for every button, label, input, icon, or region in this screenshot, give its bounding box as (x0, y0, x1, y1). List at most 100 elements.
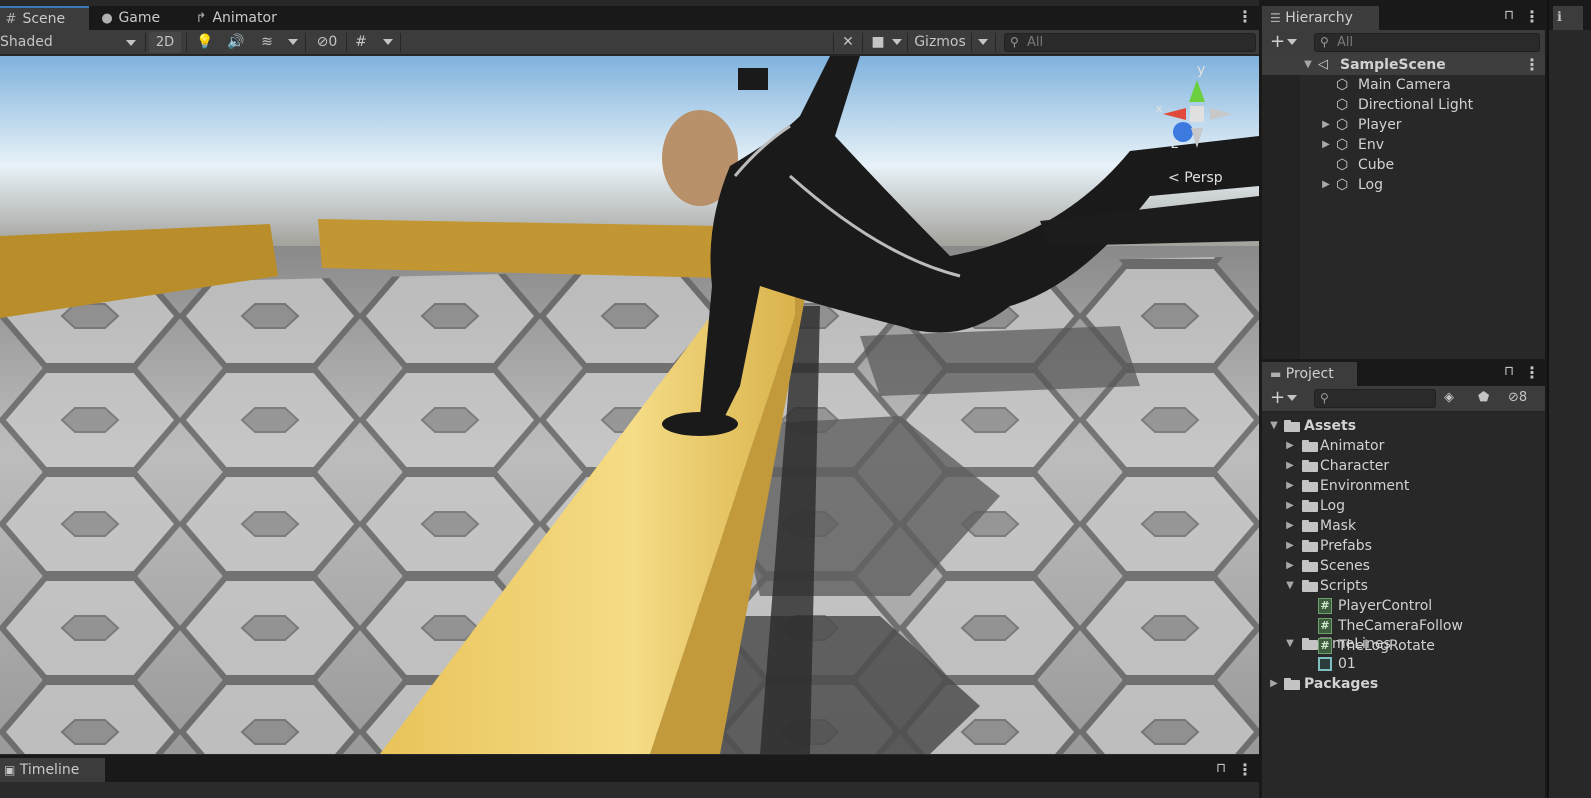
project-folder-item[interactable]: ▶ Environment (1262, 476, 1545, 496)
hierarchy-item[interactable]: ▶ ⬡ Env (1262, 135, 1545, 155)
project-tree: ▼ Assets ▼ TimeLines ▶ Packages ▶ Animato… (1262, 412, 1545, 798)
camera-dropdown[interactable] (889, 32, 905, 53)
chevron-right-icon[interactable]: ▶ (1284, 476, 1296, 496)
tree-item-assets[interactable]: ▼ Assets (1262, 416, 1545, 436)
scene-menu-icon[interactable]: ⋮ (1237, 9, 1253, 25)
hidden-objects-toggle[interactable]: ⊘0 (310, 32, 344, 53)
chevron-right-icon[interactable]: ▶ (1284, 516, 1296, 536)
hierarchy-item[interactable]: ⬡ Main Camera (1262, 75, 1545, 95)
scene-view-panel: # Scene ● Game ↱ Animator ⋮ Shaded 2D 💡 … (0, 0, 1259, 760)
tree-item-packages[interactable]: ▶ Packages (1262, 674, 1545, 694)
chevron-right-icon[interactable]: ▶ (1284, 436, 1296, 456)
chevron-down-icon (288, 39, 298, 45)
hidden-packages-toggle[interactable]: ⊘8 (1508, 390, 1527, 405)
plus-icon: + (1270, 31, 1286, 52)
project-folder-item[interactable]: ▶ Scenes (1262, 556, 1545, 576)
camera-icon[interactable]: ■ (867, 32, 889, 53)
scene-viewport[interactable]: y x z < Persp (0, 56, 1259, 754)
tab-hierarchy[interactable]: ☰ Hierarchy (1262, 6, 1379, 30)
timeline-menu-icon[interactable]: ⋮ (1237, 762, 1253, 778)
hierarchy-tree: ▼ ◁ SampleScene ⋮ ⬡ Main Camera ⬡ Direction… (1262, 55, 1545, 359)
scene-root-item[interactable]: ▼ ◁ SampleScene ⋮ (1262, 55, 1545, 75)
label-icon[interactable]: ⬟ (1478, 390, 1489, 405)
hierarchy-search-input[interactable]: ⚲ All (1314, 33, 1540, 52)
chevron-down-icon[interactable]: ▼ (1302, 55, 1314, 75)
lock-icon[interactable]: ⊓ (1504, 364, 1514, 379)
chevron-right-icon[interactable]: ▶ (1284, 496, 1296, 516)
chevron-down-icon (126, 40, 136, 46)
projection-icon: < (1168, 170, 1180, 186)
project-script-item[interactable]: # TheCameraFollow (1262, 616, 1545, 636)
scene-render (0, 56, 1259, 754)
scene-search-input[interactable]: ⚲ All (1004, 33, 1256, 52)
create-dropdown[interactable]: + (1270, 31, 1298, 52)
gameobject-cube-icon: ⬡ (1336, 157, 1349, 173)
folder-icon (1302, 480, 1318, 492)
scene-options-icon[interactable]: ⋮ (1524, 57, 1540, 73)
hierarchy-item[interactable]: ▶ ⬡ Log (1262, 175, 1545, 195)
folder-open-icon (1284, 420, 1300, 432)
draw-mode-dropdown[interactable]: Shaded (0, 32, 140, 53)
tab-scene[interactable]: # Scene (0, 6, 89, 30)
effects-dropdown[interactable] (285, 32, 301, 53)
lock-icon[interactable]: ⊓ (1504, 8, 1514, 23)
projection-toggle[interactable]: < Persp (1168, 170, 1223, 186)
chevron-down-icon[interactable]: ▼ (1284, 576, 1296, 596)
chevron-right-icon[interactable]: ▶ (1284, 536, 1296, 556)
project-folder-item[interactable]: ▶ Animator (1262, 436, 1545, 456)
hierarchy-item[interactable]: ▶ ⬡ Player (1262, 115, 1545, 135)
create-dropdown[interactable]: + (1270, 389, 1298, 407)
project-timeline-asset-item[interactable]: 01 (1262, 654, 1545, 674)
chevron-right-icon[interactable]: ▶ (1320, 135, 1332, 155)
folder-icon (1302, 520, 1318, 532)
scene-tab-bar: # Scene ● Game ↱ Animator ⋮ (0, 6, 1259, 30)
eye-slash-icon: ⊘ (1508, 390, 1519, 405)
tab-project[interactable]: ▬ Project (1262, 362, 1357, 386)
timeline-panel: ▣ Timeline ⊓ ⋮ (0, 755, 1259, 798)
csharp-script-icon: # (1318, 598, 1332, 614)
timeline-toolbar (0, 782, 1259, 798)
chevron-down-icon[interactable]: ▼ (1268, 416, 1280, 436)
tab-timeline[interactable]: ▣ Timeline (0, 758, 105, 782)
lighting-toggle-icon[interactable]: 💡 (194, 32, 216, 53)
chevron-right-icon[interactable]: ▶ (1268, 674, 1280, 694)
grid-toggle-icon[interactable]: # (350, 32, 372, 53)
project-folder-item[interactable]: ▶ Character (1262, 456, 1545, 476)
inspector-dock: ℹ (1547, 0, 1591, 798)
hierarchy-menu-icon[interactable]: ⋮ (1524, 9, 1540, 25)
hierarchy-item[interactable]: ⬡ Cube (1262, 155, 1545, 175)
filter-by-type-icon[interactable]: ◈ (1444, 390, 1454, 405)
project-script-item[interactable]: # TheLogRotate (1262, 636, 1545, 656)
effects-toggle-icon[interactable]: ≋ (256, 32, 278, 53)
chevron-right-icon[interactable]: ▶ (1284, 556, 1296, 576)
folder-icon (1302, 440, 1318, 452)
project-folder-item[interactable]: ▶ Prefabs (1262, 536, 1545, 556)
chevron-right-icon[interactable]: ▶ (1320, 175, 1332, 195)
chevron-right-icon[interactable]: ▶ (1284, 456, 1296, 476)
gameobject-cube-icon: ⬡ (1336, 117, 1349, 133)
project-folder-item[interactable]: ▶ Mask (1262, 516, 1545, 536)
right-dock: ☰ Hierarchy ⊓ ⋮ + ⚲ All ▼ ◁ SampleScene … (1262, 0, 1545, 798)
audio-toggle-icon[interactable]: 🔊 (225, 32, 247, 53)
info-icon: ℹ (1557, 10, 1562, 25)
hierarchy-item[interactable]: ⬡ Directional Light (1262, 95, 1545, 115)
tab-game[interactable]: ● Game (96, 6, 166, 30)
gizmos-button[interactable]: Gizmos (911, 32, 969, 53)
gizmos-dropdown[interactable] (975, 32, 991, 53)
chevron-down-icon (383, 39, 393, 45)
tools-icon[interactable]: ✕ (837, 32, 859, 53)
chevron-right-icon[interactable]: ▶ (1320, 115, 1332, 135)
hierarchy-toolbar: + ⚲ All (1262, 30, 1545, 56)
project-folder-item[interactable]: ▶ Log (1262, 496, 1545, 516)
2d-toggle-button[interactable]: 2D (149, 32, 181, 53)
project-search-input[interactable]: ⚲ (1314, 389, 1436, 408)
grid-dropdown[interactable] (380, 32, 396, 53)
tab-inspector[interactable]: ℹ (1553, 6, 1583, 30)
tab-animator[interactable]: ↱ Animator (190, 6, 283, 30)
lock-icon[interactable]: ⊓ (1216, 761, 1226, 776)
project-menu-icon[interactable]: ⋮ (1524, 365, 1540, 381)
folder-icon (1284, 678, 1300, 690)
project-folder-item[interactable]: ▼ Scripts (1262, 576, 1545, 596)
folder-icon: ▬ (1270, 367, 1282, 381)
project-script-item[interactable]: # PlayerControl (1262, 596, 1545, 616)
